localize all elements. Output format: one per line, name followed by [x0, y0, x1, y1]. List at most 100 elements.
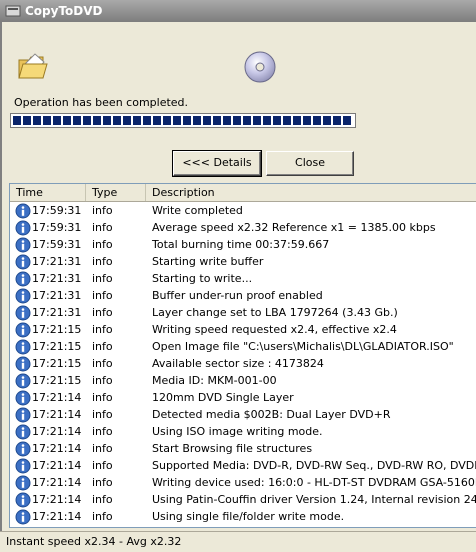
log-time: 17:21:14	[32, 510, 82, 523]
log-type: info	[92, 493, 113, 506]
log-row[interactable]: 17:21:14 info Supported Media: DVD-R, DVD-…	[10, 457, 476, 474]
info-icon	[15, 492, 31, 508]
log-row[interactable]: 17:59:31 info Average speed x2.32 Referenc…	[10, 219, 476, 236]
log-description: Open Image file "C:\users\Michalis\DL\GL…	[152, 340, 454, 353]
column-header-type[interactable]: Type	[86, 184, 146, 201]
progress-bar	[10, 113, 356, 128]
log-row[interactable]: 17:21:31 info Layer change set to LBA 1797…	[10, 304, 476, 321]
log-time: 17:59:31	[32, 238, 82, 251]
log-time: 17:21:14	[32, 442, 82, 455]
log-description: Using Patin-Couffin driver Version 1.24,…	[152, 493, 476, 506]
log-time: 17:21:15	[32, 357, 82, 370]
info-icon	[15, 475, 31, 491]
log-description: Using single file/folder write mode.	[152, 510, 345, 523]
log-row[interactable]: 17:59:31 info Total burning time 00:37:59.…	[10, 236, 476, 253]
log-row[interactable]: 17:21:31 info Starting to write...	[10, 270, 476, 287]
log-row[interactable]: 17:21:14 info 120mm DVD Single Layer	[10, 389, 476, 406]
log-time: 17:21:31	[32, 306, 82, 319]
log-row[interactable]: 17:21:15 info Media ID: MKM-001-00	[10, 372, 476, 389]
details-button[interactable]: <<< Details	[172, 150, 262, 177]
log-row[interactable]: 17:21:14 info Using Patin-Couffin driver V…	[10, 491, 476, 508]
log-row[interactable]: 17:59:31 info Write completed	[10, 202, 476, 219]
progress-fill	[13, 116, 353, 125]
log-type: info	[92, 272, 113, 285]
log-row[interactable]: 17:21:15 info Writing speed requested x2.4…	[10, 321, 476, 338]
log-row[interactable]: 17:21:14 info Writing device used: 16:0:0 …	[10, 474, 476, 491]
log-description: 120mm DVD Single Layer	[152, 391, 294, 404]
log-time: 17:21:31	[32, 255, 82, 268]
title-bar[interactable]: CopyToDVD	[0, 0, 476, 22]
log-type: info	[92, 391, 113, 404]
log-row[interactable]: 17:21:31 info Buffer under-run proof enabl…	[10, 287, 476, 304]
log-row[interactable]: 17:21:14 info Start Browsing file structur…	[10, 440, 476, 457]
log-row[interactable]: 17:21:14 info Using single file/folder wri…	[10, 508, 476, 525]
log-description: Writing speed requested x2.4, effective …	[152, 323, 397, 336]
folder-icon	[18, 53, 48, 79]
log-type: info	[92, 459, 113, 472]
info-icon	[15, 271, 31, 287]
info-icon	[15, 441, 31, 457]
log-time: 17:59:31	[32, 221, 82, 234]
log-description: Buffer under-run proof enabled	[152, 289, 323, 302]
log-rows: 17:59:31 info Write completed 17:59:31 info A…	[10, 202, 476, 525]
info-icon	[15, 458, 31, 474]
info-icon	[15, 356, 31, 372]
column-header-time[interactable]: Time	[10, 184, 86, 201]
log-description: Media ID: MKM-001-00	[152, 374, 277, 387]
info-icon	[15, 322, 31, 338]
column-header-description[interactable]: Description	[146, 184, 476, 201]
info-icon	[15, 509, 31, 525]
log-time: 17:21:31	[32, 289, 82, 302]
log-time: 17:21:14	[32, 408, 82, 421]
log-type: info	[92, 357, 113, 370]
info-icon	[15, 424, 31, 440]
copytodvd-app-icon	[5, 5, 21, 17]
log-time: 17:21:15	[32, 323, 82, 336]
log-time: 17:21:15	[32, 340, 82, 353]
status-bar: Instant speed x2.34 - Avg x2.32	[0, 531, 476, 552]
info-icon	[15, 390, 31, 406]
log-time: 17:21:14	[32, 476, 82, 489]
log-type: info	[92, 374, 113, 387]
info-icon	[15, 288, 31, 304]
log-row[interactable]: 17:21:14 info Detected media $002B: Dual L…	[10, 406, 476, 423]
log-type: info	[92, 340, 113, 353]
log-row[interactable]: 17:21:15 info Available sector size : 4173…	[10, 355, 476, 372]
cd-disc-icon	[244, 51, 276, 83]
log-time: 17:21:14	[32, 459, 82, 472]
window-title: CopyToDVD	[25, 4, 103, 18]
log-description: Layer change set to LBA 1797264 (3.43 Gb…	[152, 306, 398, 319]
log-type: info	[92, 204, 113, 217]
close-button[interactable]: Close	[266, 151, 354, 176]
log-description: Total burning time 00:37:59.667	[152, 238, 330, 251]
info-icon	[15, 407, 31, 423]
log-row[interactable]: 17:21:31 info Starting write buffer	[10, 253, 476, 270]
log-time: 17:21:14	[32, 425, 82, 438]
log-row[interactable]: 17:21:14 info Using ISO image writing mode…	[10, 423, 476, 440]
log-time: 17:21:14	[32, 493, 82, 506]
log-description: Supported Media: DVD-R, DVD-RW Seq., DVD…	[152, 459, 476, 472]
log-header: Time Type Description	[10, 184, 476, 202]
log-description: Using ISO image writing mode.	[152, 425, 323, 438]
log-type: info	[92, 442, 113, 455]
log-description: Starting to write...	[152, 272, 253, 285]
log-type: info	[92, 238, 113, 251]
log-row[interactable]: 17:21:15 info Open Image file "C:\users\Mi…	[10, 338, 476, 355]
log-description: Start Browsing file structures	[152, 442, 313, 455]
log-list[interactable]: Time Type Description 17:59:31 info Write …	[9, 183, 476, 528]
log-description: Average speed x2.32 Reference x1 = 1385.…	[152, 221, 436, 234]
log-time: 17:21:15	[32, 374, 82, 387]
log-type: info	[92, 323, 113, 336]
info-icon	[15, 220, 31, 236]
info-icon	[15, 203, 31, 219]
log-description: Detected media $002B: Dual Layer DVD+R	[152, 408, 391, 421]
log-time: 17:21:14	[32, 391, 82, 404]
log-type: info	[92, 221, 113, 234]
info-icon	[15, 373, 31, 389]
log-type: info	[92, 255, 113, 268]
info-icon	[15, 305, 31, 321]
status-message: Operation has been completed.	[14, 96, 189, 109]
log-time: 17:21:31	[32, 272, 82, 285]
log-type: info	[92, 510, 113, 523]
log-type: info	[92, 476, 113, 489]
